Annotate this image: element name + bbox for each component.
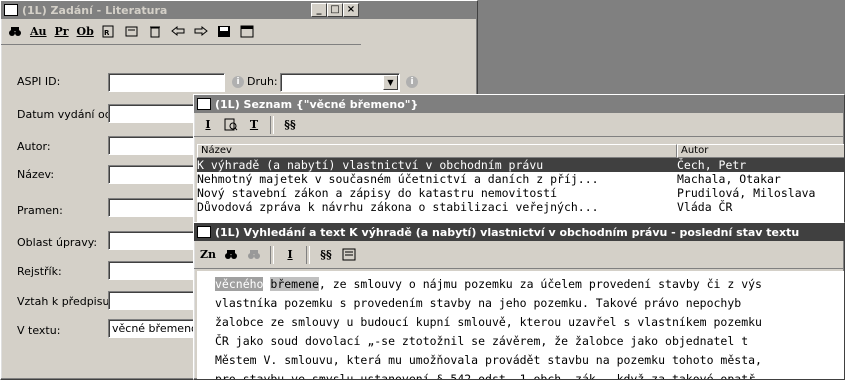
window-icon [197, 98, 211, 110]
forward-icon[interactable] [191, 22, 211, 42]
oblast-label: Oblast úpravy: [17, 236, 98, 249]
column-autor[interactable]: Autor [677, 144, 844, 158]
info-icon[interactable]: i [232, 76, 244, 88]
seznam-title: (1L) Seznam {"věcné břemeno"} [215, 97, 419, 111]
seznam-list: Název Autor K výhradě (a nabytí) vlastni… [197, 144, 844, 226]
text-line: žalobce ze smlouvy u budoucí kupní smlou… [215, 315, 762, 329]
svg-text:R: R [104, 29, 110, 37]
text-line: , ze smlouvy o nájmu pozemku za účelem p… [318, 277, 762, 291]
info-button[interactable]: I [280, 245, 300, 265]
toolbar-separator [306, 245, 311, 264]
window-list-icon[interactable] [237, 22, 257, 42]
document-text[interactable]: věcného břemene, ze smlouvy o nájmu poze… [197, 271, 844, 380]
row-author: Machala, Otakar [677, 172, 781, 186]
search-highlight: věcného [215, 277, 264, 291]
source-button[interactable]: Pr [52, 22, 72, 42]
text-line: ČR jako soud dovolací „-se ztotožnil se … [215, 334, 749, 348]
datum-label: Datum vydání od: [17, 108, 116, 121]
row-author: Vláda ČR [677, 200, 733, 214]
row-title: Nový stavební zákon a zápisy do katastru… [197, 186, 558, 200]
autor-label: Autor: [17, 140, 51, 153]
vyhledani-title: (1L) Vyhledání a text K výhradě (a nabyt… [215, 225, 800, 239]
paragraph-button[interactable]: §§ [316, 245, 336, 265]
seznam-window: (1L) Seznam {"věcné břemeno"} I T §§ Náz… [193, 94, 845, 229]
chevron-down-icon[interactable]: ▼ [383, 75, 398, 90]
column-nazev[interactable]: Název [197, 144, 677, 158]
row-title: Nehmotný majetek v současném účetnictví … [197, 172, 599, 186]
register-icon[interactable]: R [99, 22, 119, 42]
row-author: Prudilová, Miloslava [677, 186, 816, 200]
aspi-id-input[interactable] [108, 73, 225, 92]
trash-icon[interactable] [145, 22, 165, 42]
save-icon[interactable] [214, 22, 234, 42]
vyhledani-window: (1L) Vyhledání a text K výhradě (a nabyt… [193, 222, 845, 380]
pramen-label: Pramen: [17, 204, 63, 217]
zn-button[interactable]: Zn [198, 245, 218, 265]
zadani-titlebar[interactable]: (1L) Zadání - Literatura _ □ × [1, 1, 477, 19]
v-textu-label: V textu: [17, 324, 61, 337]
find-icon[interactable] [221, 245, 241, 265]
vyhledani-titlebar[interactable]: (1L) Vyhledání a text K výhradě (a nabyt… [194, 223, 844, 241]
text-line: vlastníka pozemku s provedením stavby na… [215, 296, 742, 310]
list-item[interactable]: Důvodová zpráva k návrhu zákona o stabil… [197, 200, 844, 214]
window-icon [197, 226, 211, 238]
maximize-button[interactable]: □ [327, 3, 343, 17]
binoculars-icon[interactable] [5, 22, 25, 42]
druh-label: Druh: [247, 75, 278, 88]
text-button[interactable]: T [244, 115, 264, 135]
paragraph-button[interactable]: §§ [280, 115, 300, 135]
nazev-label: Název: [17, 168, 55, 181]
seznam-titlebar[interactable]: (1L) Seznam {"věcné břemeno"} [194, 95, 844, 113]
info-icon[interactable]: i [406, 76, 418, 88]
seznam-toolbar: I T §§ [194, 113, 844, 137]
list-header: Název Autor [197, 144, 844, 158]
properties-icon[interactable] [122, 22, 142, 42]
list-item[interactable]: Nehmotný majetek v současném účetnictví … [197, 172, 844, 186]
close-button[interactable]: × [343, 3, 359, 17]
vztah-label: Vztah k předpisu: [17, 295, 114, 308]
back-icon[interactable] [168, 22, 188, 42]
info-button[interactable]: I [198, 115, 218, 135]
row-title: Důvodová zpráva k návrhu zákona o stabil… [197, 200, 599, 214]
list-item[interactable]: K výhradě (a nabytí) vlastnictví v obcho… [197, 158, 844, 172]
search-highlight: břemene [270, 277, 319, 291]
rejstrik-label: Rejstřík: [17, 265, 62, 278]
text-line: Městem V. smlouvu, která mu umožňovala p… [215, 353, 762, 367]
toolbar-separator [270, 115, 274, 134]
preview-icon[interactable] [221, 115, 241, 135]
text-line: pro stavbu ve smyslu ustanovení § 542 od… [215, 372, 756, 380]
area-button[interactable]: Ob [75, 22, 96, 42]
row-title: K výhradě (a nabytí) vlastnictví v obcho… [197, 158, 544, 172]
aspi-id-label: ASPI ID: [17, 75, 61, 88]
druh-select[interactable] [280, 73, 400, 92]
author-button[interactable]: Au [28, 22, 49, 42]
row-author: Čech, Petr [677, 158, 747, 172]
minimize-button[interactable]: _ [311, 3, 327, 17]
toolbar-separator [270, 245, 275, 264]
vyhledani-toolbar: Zn I §§ [194, 241, 844, 269]
zadani-title: (1L) Zadání - Literatura [22, 3, 168, 17]
window-icon [4, 4, 18, 16]
list-item[interactable]: Nový stavební zákon a zápisy do katastru… [197, 186, 844, 200]
zadani-toolbar: Au Pr Ob R [1, 19, 361, 45]
document-icon[interactable] [339, 245, 359, 265]
find-next-icon[interactable] [244, 245, 264, 265]
